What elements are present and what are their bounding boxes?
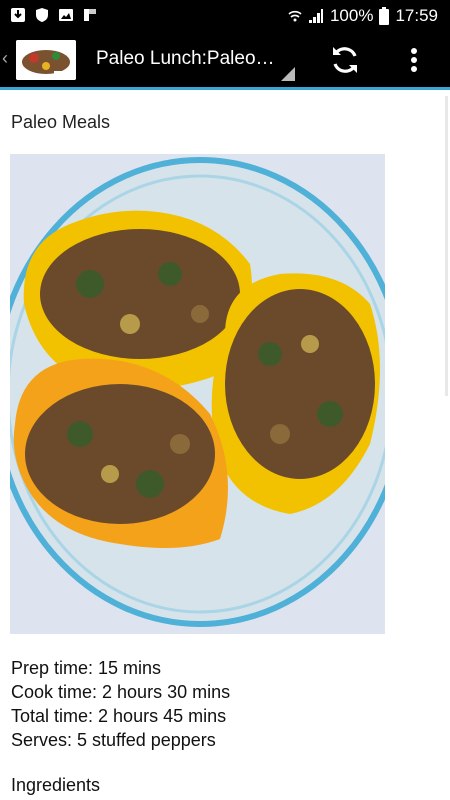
shield-icon	[36, 8, 48, 22]
app-bar: ‹ Paleo Lunch:Paleo…	[0, 32, 450, 87]
gallery-icon	[59, 9, 73, 21]
battery-percentage: 100%	[329, 6, 374, 25]
flipboard-icon	[84, 9, 96, 21]
wifi-icon	[288, 10, 302, 22]
download-icon	[11, 8, 25, 22]
battery-icon	[379, 7, 390, 25]
total-time: Total time: 2 hours 45 mins	[11, 706, 227, 726]
overflow-menu-icon[interactable]	[402, 42, 426, 78]
app-logo[interactable]	[16, 40, 76, 80]
recipe-content[interactable]: Paleo Meals Prep time: 15 mins Cook time…	[0, 90, 450, 800]
cook-time: Cook time: 2 hours 30 mins	[11, 682, 231, 702]
prep-time: Prep time: 15 mins	[11, 658, 162, 678]
app-title: Paleo Lunch:Paleo…	[96, 48, 275, 69]
refresh-icon[interactable]	[327, 42, 363, 78]
ingredients-heading: Ingredients	[11, 775, 101, 795]
scrollbar[interactable]	[445, 96, 448, 396]
clock: 17:59	[395, 6, 438, 25]
stuffed-peppers-image	[10, 154, 385, 634]
spinner-indicator-icon[interactable]	[281, 67, 295, 81]
signal-icon	[308, 9, 323, 23]
section-title: Paleo Meals	[11, 112, 111, 132]
recipe-details: Prep time: 15 mins Cook time: 2 hours 30…	[11, 656, 230, 752]
back-chevron-icon[interactable]: ‹	[2, 48, 8, 69]
status-bar: 100% 17:59	[0, 0, 450, 32]
serves: Serves: 5 stuffed peppers	[11, 730, 216, 750]
